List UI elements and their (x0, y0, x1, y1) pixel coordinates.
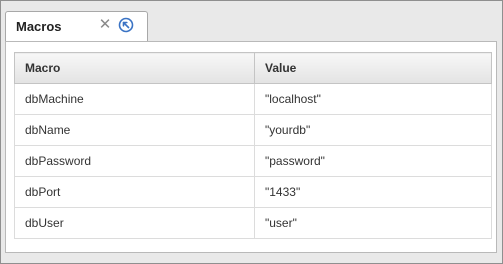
macro-name-cell[interactable]: dbName (14, 114, 255, 146)
macros-window: Macros ✕ Macro Value dbMachine "localhos… (0, 0, 503, 264)
tab-label: Macros (16, 19, 62, 34)
table-row[interactable]: dbUser "user" (14, 207, 492, 239)
table-row[interactable]: dbPassword "password" (14, 145, 492, 177)
tab-macros[interactable]: Macros ✕ (5, 11, 148, 41)
macro-value-cell[interactable]: "user" (254, 207, 492, 239)
macros-panel: Macro Value dbMachine "localhost" dbName… (5, 41, 497, 253)
column-header-value[interactable]: Value (254, 52, 492, 84)
table-header-row: Macro Value (14, 52, 492, 84)
macro-value-cell[interactable]: "localhost" (254, 83, 492, 115)
status-bar (5, 253, 497, 261)
close-icon[interactable]: ✕ (98, 17, 112, 32)
macro-name-cell[interactable]: dbPort (14, 176, 255, 208)
macro-value-cell[interactable]: "password" (254, 145, 492, 177)
tab-strip: Macros ✕ (1, 1, 502, 41)
navigate-arrow-icon[interactable] (118, 17, 134, 33)
column-header-macro[interactable]: Macro (14, 52, 255, 84)
table-row[interactable]: dbName "yourdb" (14, 114, 492, 146)
macro-name-cell[interactable]: dbMachine (14, 83, 255, 115)
macros-table: Macro Value dbMachine "localhost" dbName… (14, 52, 492, 239)
table-row[interactable]: dbMachine "localhost" (14, 83, 492, 115)
macro-value-cell[interactable]: "1433" (254, 176, 492, 208)
macro-name-cell[interactable]: dbUser (14, 207, 255, 239)
macro-value-cell[interactable]: "yourdb" (254, 114, 492, 146)
table-row[interactable]: dbPort "1433" (14, 176, 492, 208)
macro-name-cell[interactable]: dbPassword (14, 145, 255, 177)
